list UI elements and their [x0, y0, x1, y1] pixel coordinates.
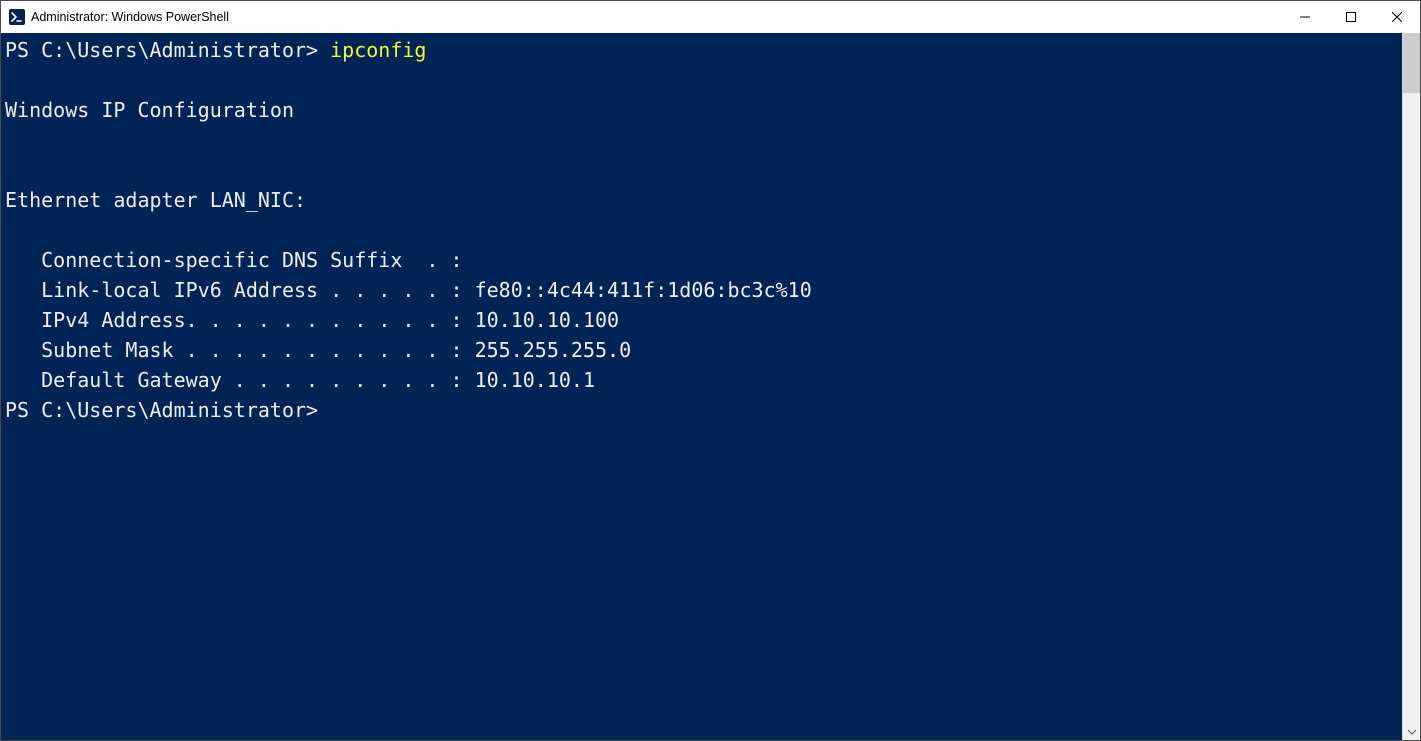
output-line: Link-local IPv6 Address . . . . . : fe80…	[5, 278, 812, 302]
terminal-output[interactable]: PS C:\Users\Administrator> ipconfig Wind…	[1, 33, 1402, 740]
output-line: IPv4 Address. . . . . . . . . . . : 10.1…	[5, 308, 619, 332]
close-button[interactable]	[1374, 1, 1420, 33]
output-line: Subnet Mask . . . . . . . . . . . : 255.…	[5, 338, 631, 362]
vertical-scrollbar[interactable]	[1402, 33, 1420, 740]
titlebar[interactable]: Administrator: Windows PowerShell	[1, 1, 1420, 33]
powershell-window: Administrator: Windows PowerShell PS C:\…	[0, 0, 1421, 741]
maximize-button[interactable]	[1328, 1, 1374, 33]
scroll-down-arrow-icon[interactable]	[1403, 723, 1420, 740]
output-line: Default Gateway . . . . . . . . . : 10.1…	[5, 368, 595, 392]
prompt-line: PS C:\Users\Administrator>	[5, 398, 318, 422]
window-controls	[1282, 1, 1420, 33]
prompt-line: PS C:\Users\Administrator>	[5, 38, 330, 62]
scrollbar-thumb[interactable]	[1403, 33, 1420, 93]
minimize-button[interactable]	[1282, 1, 1328, 33]
command-text: ipconfig	[330, 38, 426, 62]
client-area: PS C:\Users\Administrator> ipconfig Wind…	[1, 33, 1420, 740]
powershell-icon	[9, 9, 25, 25]
output-line: Ethernet adapter LAN_NIC:	[5, 188, 306, 212]
output-line: Connection-specific DNS Suffix . :	[5, 248, 463, 272]
window-title: Administrator: Windows PowerShell	[31, 10, 1282, 24]
output-line: Windows IP Configuration	[5, 98, 294, 122]
